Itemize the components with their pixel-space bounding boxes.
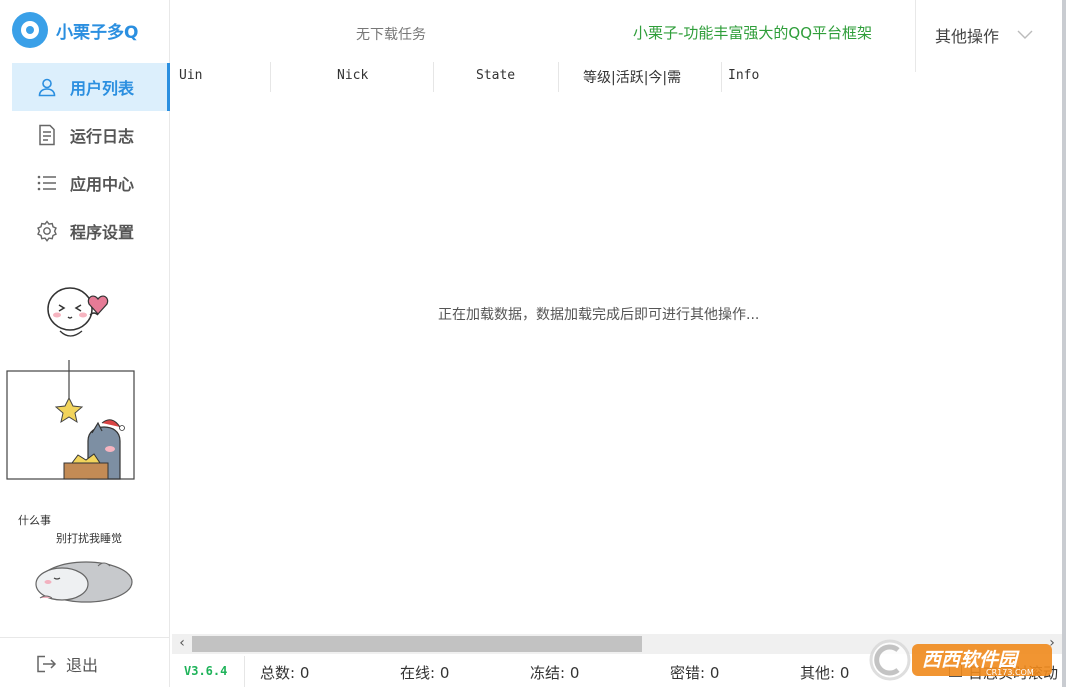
scrollbar-thumb[interactable] [192,636,642,652]
logout-label: 退出 [66,656,99,675]
hamster-icon [35,561,133,603]
sidebar-item-label: 运行日志 [70,127,135,146]
sidebar-item-settings[interactable]: 程序设置 [12,207,170,255]
stat-other: 其他: 0 [800,664,850,682]
divider [0,637,170,638]
header: 无下载任务 小栗子-功能丰富强大的QQ平台框架 其他操作 [170,0,1062,72]
user-table-header: Uin Nick State 等级|活跃|今|需 Info [170,62,1062,92]
loading-message: 正在加载数据，数据加载完成后即可进行其他操作... [438,307,760,323]
chevron-down-icon [1017,30,1033,39]
other-ops-label: 其他操作 [935,27,1000,46]
download-status: 无下载任务 [356,27,426,43]
sidebar-item-label: 程序设置 [70,223,135,242]
sidebar: 小栗子多Q 用户列表 运行日志 应用中心 程序设置 什么事 别打扰我睡觉 退出 [0,0,170,687]
logout-button[interactable]: 退出 [36,652,98,676]
watermark-subtext: CR173.COM [986,668,1034,677]
sidebar-item-user-list[interactable]: 用户列表 [12,63,170,111]
stat-online: 在线: 0 [400,664,450,682]
other-ops-dropdown[interactable]: 其他操作 [935,23,1033,47]
stat-total: 总数: 0 [260,664,310,682]
scroll-left-arrow-icon[interactable]: ‹ [174,635,190,651]
column-header-nick[interactable]: Nick [337,68,368,83]
vertical-scrollbar[interactable] [1062,0,1066,687]
site-watermark: 西西软件园 CR173.COM [866,636,1056,684]
document-icon [36,124,58,146]
sticker-caption-2: 别打扰我睡觉 [56,532,122,545]
stat-frozen: 冻结: 0 [530,664,580,682]
sleeping-hamster-sticker: 什么事 别打扰我睡觉 [14,510,144,610]
slogan: 小栗子-功能丰富强大的QQ平台框架 [633,24,873,42]
column-divider[interactable] [721,62,722,92]
brand: 小栗子多Q [12,10,138,50]
sidebar-item-app-center[interactable]: 应用中心 [12,159,170,207]
column-header-uin[interactable]: Uin [179,68,202,83]
sidebar-item-run-log[interactable]: 运行日志 [12,111,170,159]
version-label: V3.6.4 [184,664,228,678]
divider [244,656,245,687]
face-heart-sticker-icon [47,287,109,337]
column-divider[interactable] [558,62,559,92]
gear-icon [36,220,58,242]
user-icon [36,76,58,98]
sidebar-item-label: 应用中心 [70,175,135,194]
column-header-level[interactable]: 等级|活跃|今|需 [583,67,681,87]
app-name: 小栗子多Q [56,22,139,43]
column-header-state[interactable]: State [476,68,515,83]
sidebar-item-label: 用户列表 [70,79,135,98]
sticker-caption-1: 什么事 [18,514,51,527]
column-divider[interactable] [433,62,434,92]
list-icon [36,172,58,194]
column-divider[interactable] [270,62,271,92]
logout-icon [37,655,57,673]
cat-star-sticker-icon [6,360,135,480]
app-logo-icon [12,12,48,48]
sidebar-nav: 用户列表 运行日志 应用中心 程序设置 [12,63,170,255]
column-header-info[interactable]: Info [728,68,759,83]
stat-password-error: 密错: 0 [670,664,720,682]
